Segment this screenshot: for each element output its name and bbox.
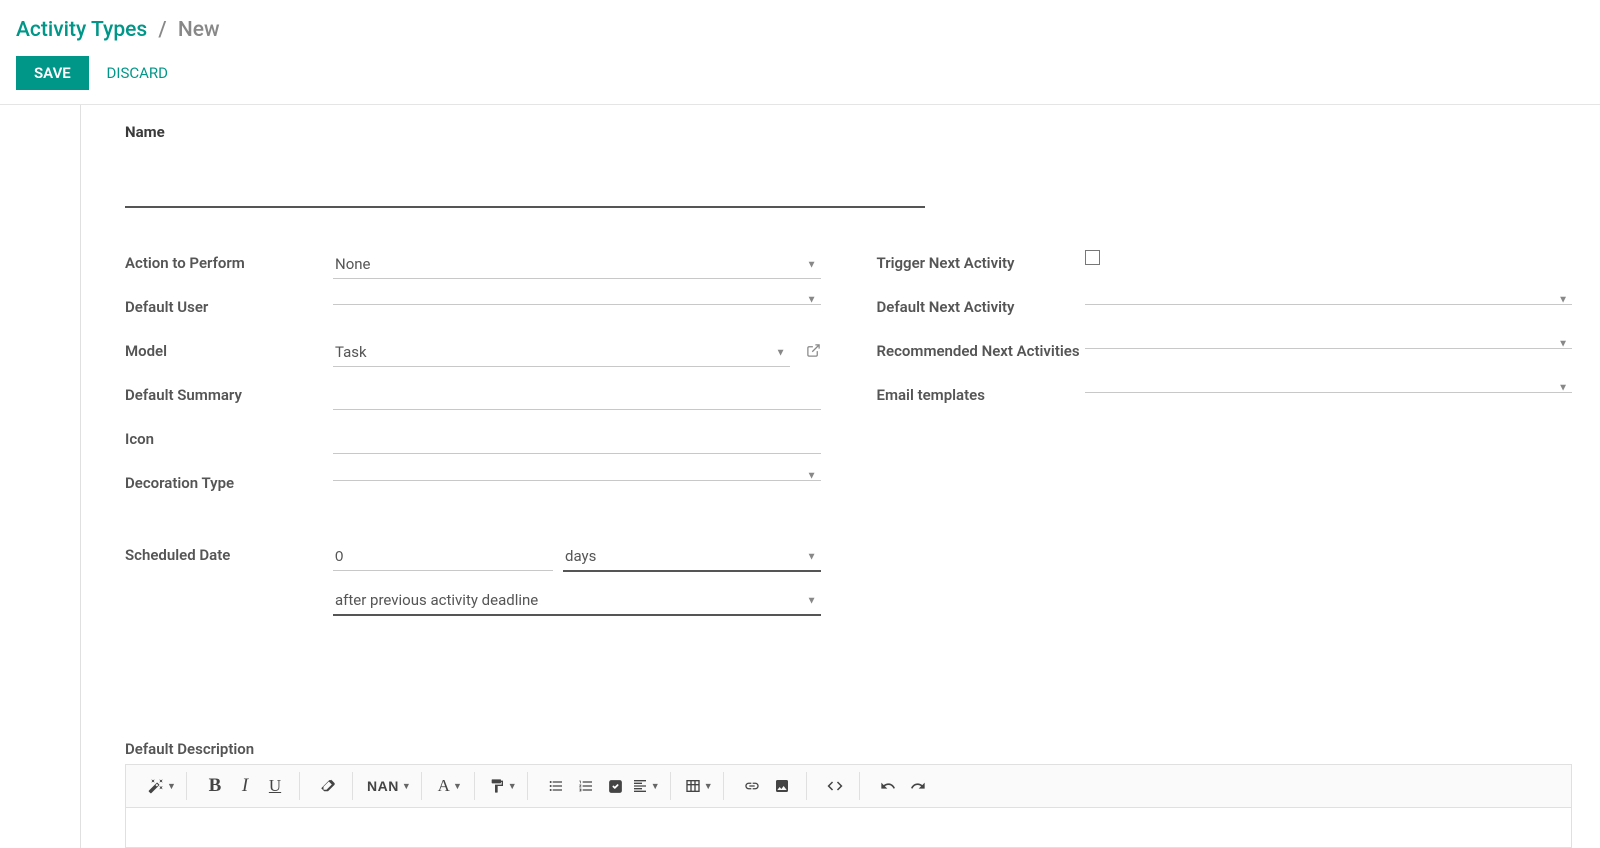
highlight-icon[interactable]: ▼ (489, 772, 517, 800)
default-next-select[interactable]: ▼ (1085, 294, 1573, 305)
trigger-next-checkbox[interactable] (1085, 250, 1100, 265)
recommended-next-select[interactable]: ▼ (1085, 338, 1573, 349)
scheduled-unit-value: days (563, 542, 821, 572)
scheduled-relative-value: after previous activity deadline (333, 586, 821, 616)
action-to-perform-label: Action to Perform (125, 250, 333, 272)
scheduled-relative-select[interactable]: after previous activity deadline ▼ (333, 586, 821, 616)
name-input[interactable] (125, 147, 925, 208)
chevron-down-icon: ▼ (651, 781, 660, 791)
action-to-perform-value: None (333, 250, 821, 279)
recommended-next-label: Recommended Next Activities (877, 338, 1085, 360)
save-button[interactable]: SAVE (16, 56, 89, 90)
default-description-label: Default Description (125, 740, 1572, 758)
breadcrumb-parent-link[interactable]: Activity Types (16, 18, 147, 42)
form-sheet: Name Action to Perform None ▼ Default Us… (80, 105, 1600, 848)
scheduled-number-input[interactable] (333, 543, 553, 571)
breadcrumb-current: New (178, 18, 220, 42)
default-user-label: Default User (125, 294, 333, 316)
align-icon[interactable]: ▼ (632, 772, 660, 800)
default-summary-input[interactable] (333, 382, 821, 410)
icon-input[interactable] (333, 426, 821, 454)
image-icon[interactable] (768, 772, 796, 800)
table-icon[interactable]: ▼ (685, 772, 713, 800)
default-user-value (333, 294, 821, 305)
ordered-list-icon[interactable] (572, 772, 600, 800)
default-next-label: Default Next Activity (877, 294, 1085, 316)
chevron-down-icon: ▼ (704, 781, 713, 791)
checklist-icon[interactable] (602, 772, 630, 800)
bold-icon[interactable]: B (201, 772, 229, 800)
default-summary-label: Default Summary (125, 382, 333, 404)
italic-icon[interactable]: I (231, 772, 259, 800)
chevron-down-icon: ▼ (453, 781, 462, 791)
recommended-next-value (1085, 338, 1573, 349)
link-icon[interactable] (738, 772, 766, 800)
external-link-icon[interactable] (806, 343, 821, 362)
chevron-down-icon: ▼ (402, 781, 411, 791)
trigger-next-label: Trigger Next Activity (877, 250, 1085, 272)
email-templates-select[interactable]: ▼ (1085, 382, 1573, 393)
breadcrumb: Activity Types / New (0, 0, 1600, 56)
icon-label: Icon (125, 426, 333, 448)
eraser-icon[interactable] (314, 772, 342, 800)
chevron-down-icon: ▼ (167, 781, 176, 791)
email-templates-value (1085, 382, 1573, 393)
editor-toolbar: ▼ B I U NAN ▼ (125, 764, 1572, 808)
action-to-perform-select[interactable]: None ▼ (333, 250, 821, 279)
magic-icon[interactable]: ▼ (148, 772, 176, 800)
scheduled-unit-select[interactable]: days ▼ (563, 542, 821, 572)
redo-icon[interactable] (904, 772, 932, 800)
discard-button[interactable]: DISCARD (93, 56, 182, 90)
action-bar: SAVE DISCARD (0, 56, 1600, 104)
unordered-list-icon[interactable] (542, 772, 570, 800)
font-size-value: NAN (367, 778, 399, 794)
decoration-type-select[interactable]: ▼ (333, 470, 821, 481)
model-select[interactable]: Task ▼ (333, 338, 790, 367)
breadcrumb-separator: / (158, 18, 166, 42)
chevron-down-icon: ▼ (508, 781, 517, 791)
undo-icon[interactable] (874, 772, 902, 800)
email-templates-label: Email templates (877, 382, 1085, 404)
default-next-value (1085, 294, 1573, 305)
font-size-select[interactable]: NAN ▼ (367, 772, 411, 800)
name-label: Name (125, 123, 1572, 141)
decoration-type-label: Decoration Type (125, 470, 333, 492)
model-value: Task (333, 338, 790, 367)
scheduled-date-label: Scheduled Date (125, 542, 333, 564)
font-color-icon[interactable]: A ▼ (436, 772, 464, 800)
default-user-select[interactable]: ▼ (333, 294, 821, 305)
underline-icon[interactable]: U (261, 772, 289, 800)
model-label: Model (125, 338, 333, 360)
decoration-type-value (333, 470, 821, 481)
description-editor[interactable] (125, 808, 1572, 848)
code-view-icon[interactable] (821, 772, 849, 800)
